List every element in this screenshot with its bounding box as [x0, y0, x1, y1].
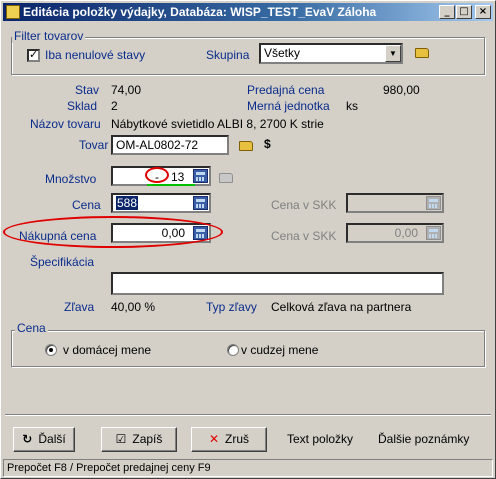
skupina-value: Všetky	[264, 46, 301, 60]
folder-icon[interactable]	[415, 48, 429, 58]
dalsi-label: Ďalší	[38, 432, 66, 446]
mnozstvo-folder-icon	[219, 173, 233, 183]
cena-skk2-label: Cena v SKK	[271, 229, 337, 243]
app-icon	[6, 5, 20, 19]
typ-zlavy-value: Celková zľava na partnera	[271, 300, 412, 314]
radio-foreign[interactable]	[227, 344, 239, 356]
chevron-down-icon[interactable]: ▼	[385, 45, 401, 62]
window-title: Editácia položky výdajky, Databáza: WISP…	[23, 5, 377, 19]
checkmark-icon: ✓	[29, 49, 39, 61]
currency-icon[interactable]: $	[264, 137, 271, 151]
nonzero-stock-checkbox[interactable]: ✓	[27, 49, 40, 62]
zapis-button[interactable]: ☑ Zapíš	[101, 427, 177, 452]
merna-jednotka-label: Merná jednotka	[247, 99, 330, 113]
tovar-label: Tovar	[79, 138, 109, 152]
zapis-label: Zapíš	[132, 432, 163, 446]
sklad-label: Sklad	[67, 99, 98, 113]
radio-foreign-label[interactable]: v cudzej mene	[241, 343, 318, 357]
stav-value: 74,00	[111, 83, 142, 97]
stav-label: Stav	[75, 83, 100, 97]
dalsie-poznamky-button[interactable]: Ďalšie poznámky	[378, 427, 469, 452]
title-bar[interactable]: Editácia položky výdajky, Databáza: WISP…	[3, 3, 493, 21]
text-polozky-button[interactable]: Text položky	[287, 427, 353, 452]
specifikacia-label: Špecifikácia	[30, 255, 95, 269]
zrus-button[interactable]: ✕ Zruš	[191, 427, 267, 452]
typ-zlavy-label: Typ zľavy	[206, 300, 257, 314]
zlava-label: Zľava	[64, 300, 95, 314]
predajna-cena-label: Predajná cena	[247, 83, 325, 97]
nonzero-stock-label: Iba nenulové stavy	[45, 48, 146, 62]
cena-calculator-icon[interactable]	[193, 196, 208, 210]
annotation-circle-nakupna-cena	[3, 216, 223, 248]
mnozstvo-value: 13	[171, 170, 185, 184]
tovar-input[interactable]: OM-AL0802-72	[111, 135, 229, 155]
mnozstvo-label: Množstvo	[45, 172, 97, 186]
cena-value: 588	[116, 196, 139, 210]
annotation-circle-sign	[145, 167, 169, 183]
filter-group-title: Filter tovarov	[12, 29, 86, 43]
cena-skk-label: Cena v SKK	[271, 198, 337, 212]
cena-label: Cena	[72, 198, 101, 212]
cena-skk2-calculator-icon	[426, 226, 441, 240]
radio-domestic[interactable]	[45, 344, 57, 356]
status-bar: Prepočet F8 / Prepočet predajnej ceny F9	[3, 459, 493, 477]
specifikacia-input[interactable]	[111, 272, 444, 295]
minimize-button[interactable]: _	[439, 5, 455, 19]
cena-group-title: Cena	[15, 321, 48, 335]
zlava-value: 40,00 %	[111, 300, 156, 314]
tovar-folder-icon[interactable]	[239, 141, 253, 151]
nazov-tovaru-value: Nábytkové svietidlo ALBI 8, 2700 K strie	[111, 117, 324, 131]
skupina-select[interactable]: Všetky ▼	[259, 43, 403, 64]
radio-domestic-label[interactable]: v domácej mene	[63, 343, 151, 357]
nazov-tovaru-label: Názov tovaru	[30, 117, 101, 131]
dalsi-button[interactable]: ↻ Ďalší	[13, 427, 75, 452]
sklad-value: 2	[111, 99, 118, 113]
save-check-icon: ☑	[115, 432, 127, 446]
predajna-cena-value: 980,00	[383, 83, 420, 97]
new-item-icon: ↻	[22, 432, 33, 446]
close-button[interactable]: ×	[475, 5, 491, 19]
annotation-underline-quantity	[147, 184, 195, 186]
skupina-label: Skupina	[206, 48, 250, 62]
merna-jednotka-value: ks	[346, 99, 358, 113]
mnozstvo-calculator-icon[interactable]	[193, 169, 208, 183]
divider	[5, 414, 491, 416]
cena-skk-calculator-icon	[426, 196, 441, 210]
dialog-window: Editácia položky výdajky, Databáza: WISP…	[0, 0, 496, 479]
cancel-x-icon: ✕	[208, 432, 220, 446]
maximize-button[interactable]: □	[456, 5, 472, 19]
zrus-label: Zruš	[225, 432, 250, 446]
